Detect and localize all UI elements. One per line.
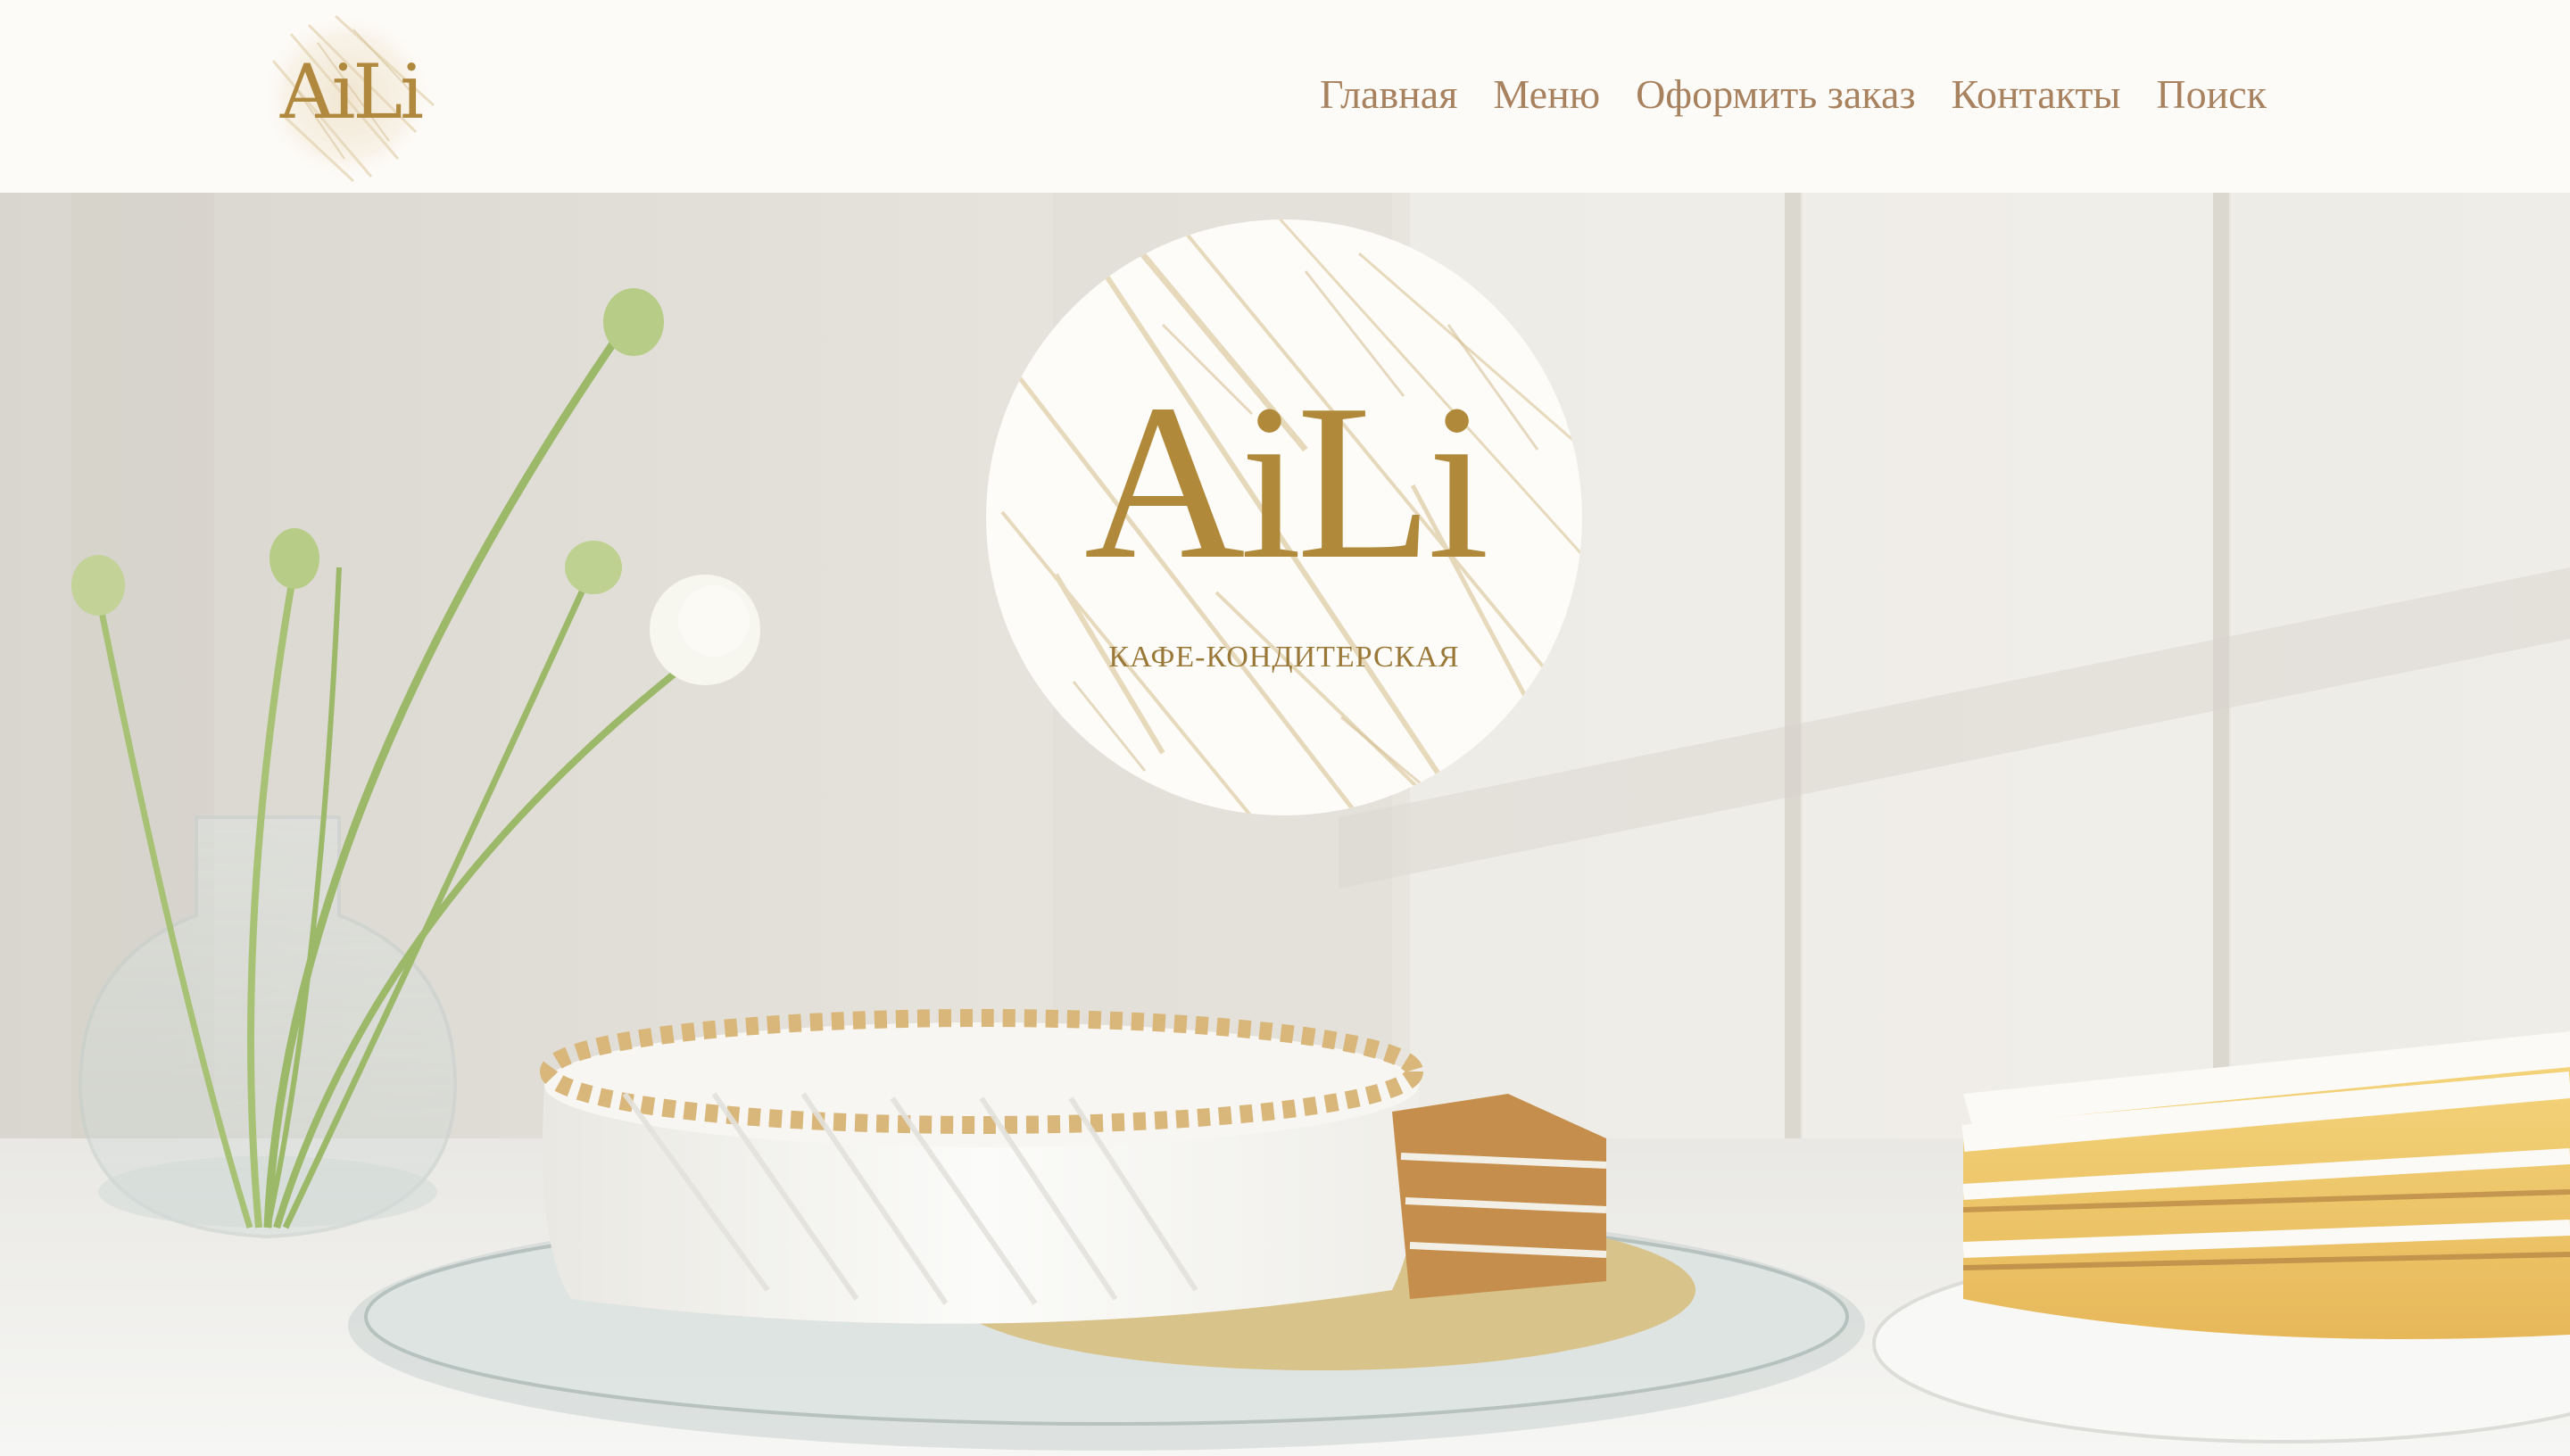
nav-item-contacts[interactable]: Контакты [1952,70,2121,118]
nav-item-order[interactable]: Оформить заказ [1636,70,1915,118]
emblem-subtitle: КАФЕ-КОНДИТЕРСКАЯ [1108,641,1460,674]
nav-item-menu[interactable]: Меню [1493,70,1600,118]
header-logo[interactable]: AiLi [255,7,439,186]
main-nav: Главная Меню Оформить заказ Контакты Пои… [1320,62,2267,125]
nav-item-home[interactable]: Главная [1320,70,1457,118]
emblem-title: AiLi [1083,359,1489,606]
hero-banner: AiLi КАФЕ-КОНДИТЕРСКАЯ [0,193,2570,1456]
header-logo-text: AiLi [279,48,424,136]
hero-emblem: AiLi КАФЕ-КОНДИТЕРСКАЯ [984,218,1584,817]
nav-item-search[interactable]: Поиск [2156,70,2267,118]
site-header: AiLi Главная Меню Оформить заказ Контакт… [0,0,2570,193]
